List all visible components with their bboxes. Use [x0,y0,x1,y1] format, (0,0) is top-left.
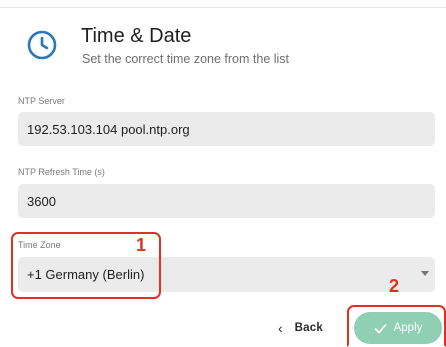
annotation-number-2: 2 [389,276,400,296]
ntp-refresh-label: NTP Refresh Time (s) [18,167,105,177]
ntp-server-label: NTP Server [18,96,65,106]
ntp-refresh-value: 3600 [27,193,56,209]
page-title: Time & Date [81,25,192,47]
apply-button[interactable]: Apply [354,312,442,344]
check-icon [374,323,386,333]
page-subtitle: Set the correct time zone from the list [82,52,290,66]
apply-label: Apply [393,322,423,334]
chevron-left-icon: ‹ [278,320,283,336]
top-divider [0,7,446,8]
annotation-number-1: 1 [136,235,147,255]
ntp-server-field[interactable]: 192.53.103.104 pool.ntp.org [18,112,435,146]
dropdown-arrow-icon[interactable] [421,271,429,276]
back-label: Back [294,322,323,334]
ntp-server-value: 192.53.103.104 pool.ntp.org [27,121,190,137]
clock-icon [27,30,57,60]
ntp-refresh-field[interactable]: 3600 [18,184,435,218]
back-button[interactable]: ‹ Back [278,318,323,338]
